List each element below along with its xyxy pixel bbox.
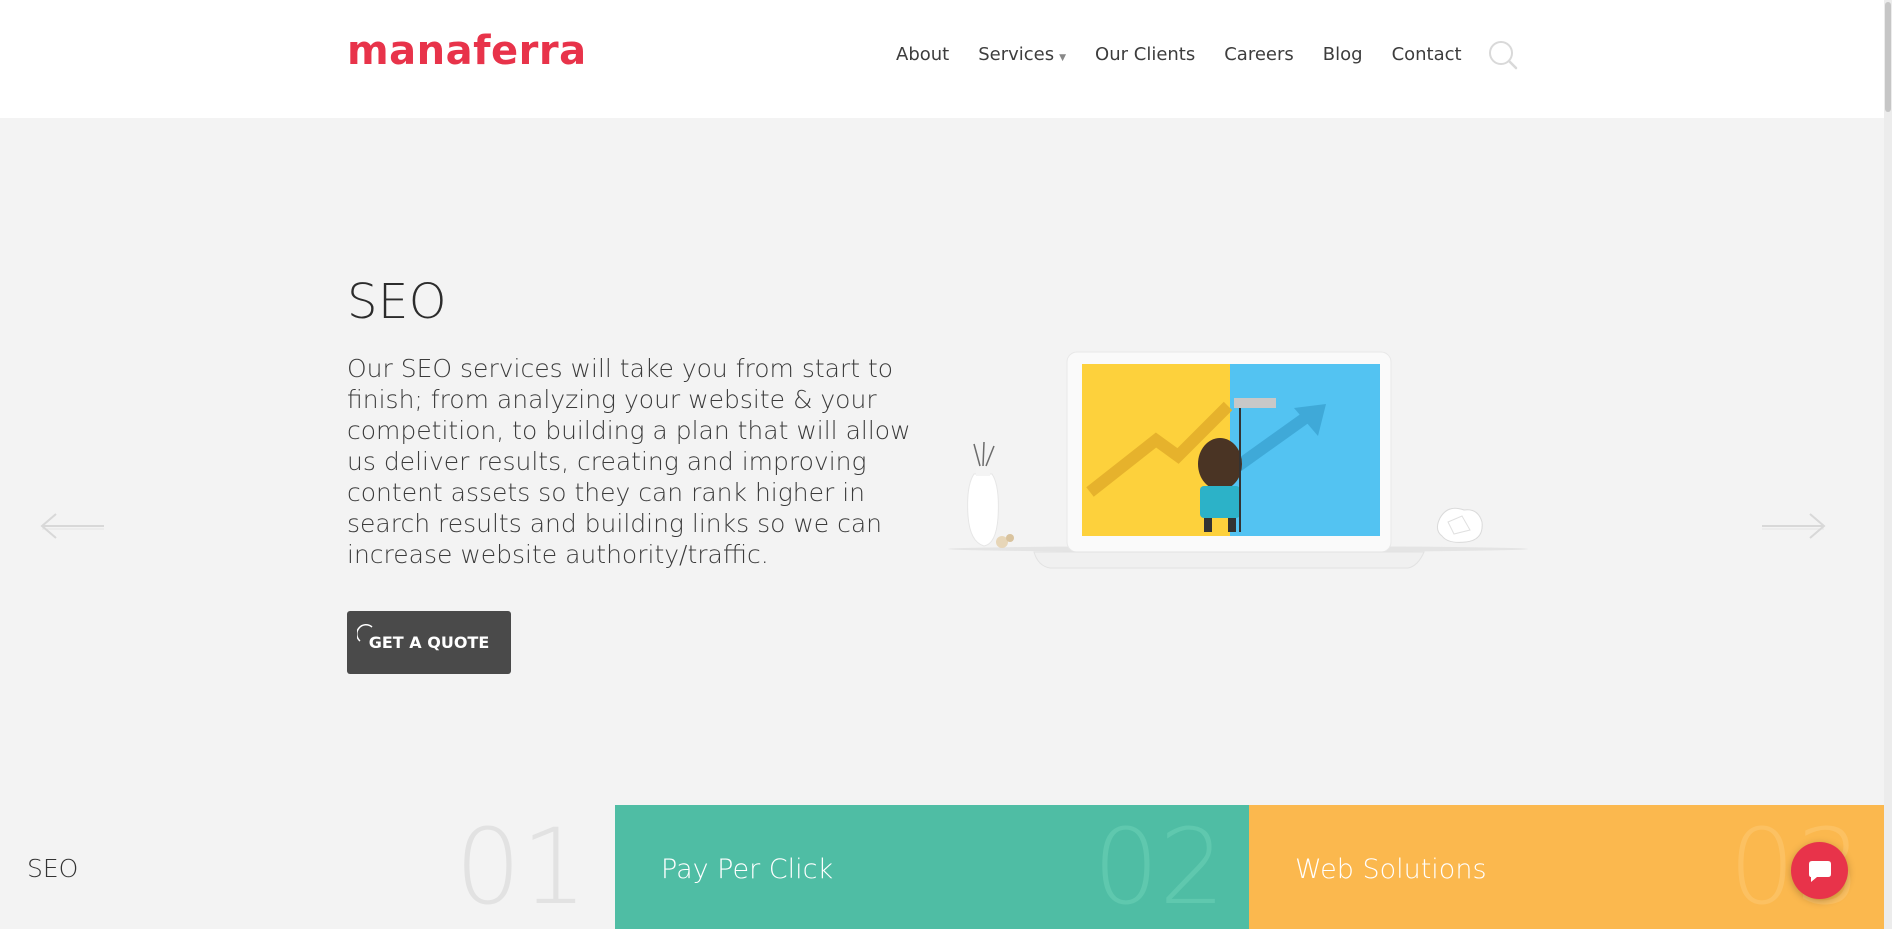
nav-our-clients[interactable]: Our Clients (1095, 44, 1195, 65)
chat-bubble-icon (1808, 860, 1831, 882)
nav-services-label: Services (978, 44, 1055, 65)
hero-description: Our SEO services will take you from star… (347, 354, 911, 569)
nav-services[interactable]: Services ▼ (978, 44, 1066, 65)
arrow-left-icon (40, 513, 104, 539)
nav-contact[interactable]: Contact (1392, 44, 1462, 65)
search-icon (1489, 41, 1518, 70)
arrow-right-icon (1762, 513, 1826, 539)
nav-contact-label: Contact (1391, 44, 1462, 65)
slider-next-button[interactable] (1760, 512, 1826, 540)
hero-title: SEO (347, 274, 448, 330)
tile-number: 02 (1093, 806, 1226, 928)
nav-careers-label: Careers (1224, 44, 1294, 65)
scrollbar-thumb[interactable] (1885, 2, 1891, 112)
tile-label: SEO (27, 854, 79, 883)
main-nav: About Services ▼ Our Clients Careers Blog… (896, 44, 1491, 65)
nav-blog-label: Blog (1322, 44, 1363, 65)
get-a-quote-label: GET A QUOTE (368, 633, 490, 652)
nav-about-label: About (896, 44, 950, 65)
nav-about[interactable]: About (896, 44, 949, 65)
tile-pay-per-click[interactable]: 02 Pay Per Click (615, 805, 1249, 929)
brand-logo-mark: manaferra (347, 32, 587, 72)
site-header: manaferra About Services ▼ Our Clients Ca… (0, 0, 1884, 118)
chat-button[interactable] (1791, 842, 1848, 899)
slider-prev-button[interactable] (40, 512, 106, 540)
nav-careers[interactable]: Careers (1224, 44, 1294, 65)
tile-web-solutions[interactable]: 03 Web Solutions (1249, 805, 1884, 929)
nav-blog[interactable]: Blog (1323, 44, 1363, 65)
paper-ball-icon (1436, 507, 1483, 543)
tile-label: Pay Per Click (661, 854, 834, 885)
seo-laptop-illustration (938, 346, 1530, 574)
spinner-icon (357, 624, 373, 642)
chevron-down-icon: ▼ (1059, 52, 1067, 63)
svg-text:manaferra: manaferra (347, 32, 587, 72)
page-scrollbar[interactable] (1884, 0, 1892, 929)
vase-icon (967, 441, 1014, 548)
search-button[interactable] (1488, 40, 1518, 70)
tile-label: Web Solutions (1295, 854, 1487, 885)
nav-our-clients-label: Our Clients (1095, 44, 1196, 65)
tile-seo[interactable]: 01 SEO (0, 805, 615, 929)
get-a-quote-button[interactable]: GET A QUOTE (347, 611, 511, 674)
brand-logo[interactable]: manaferra (347, 22, 597, 82)
services-tiles: 01 SEO 02 Pay Per Click 03 Web Solutions (0, 805, 1884, 929)
tile-number: 01 (455, 806, 588, 928)
